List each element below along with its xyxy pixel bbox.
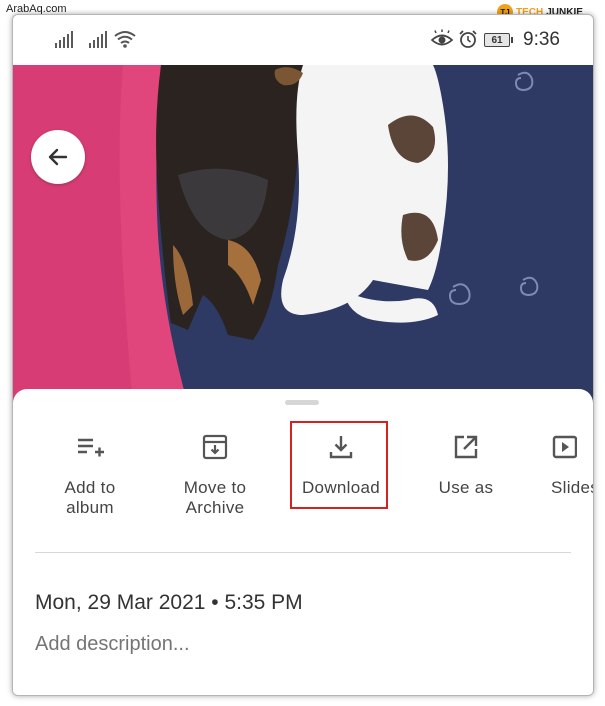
divider xyxy=(35,552,571,553)
download-button[interactable]: Download xyxy=(286,429,396,498)
phone-screen: 61 9:36 Add to album Move to Archive Dow… xyxy=(12,14,594,696)
use-as-label: Use as xyxy=(438,478,494,497)
move-to-archive-label: Move to Archive xyxy=(183,478,247,517)
back-button[interactable] xyxy=(31,130,85,184)
slideshow-label: Slidesh xyxy=(551,478,593,497)
slideshow-button[interactable]: Slidesh xyxy=(541,429,593,498)
wifi-icon xyxy=(114,31,136,48)
alarm-icon xyxy=(459,30,477,48)
signal-icon xyxy=(55,30,75,48)
download-label: Download xyxy=(301,478,380,497)
description-input[interactable] xyxy=(35,633,565,656)
add-to-album-label: Add to album xyxy=(64,478,116,517)
slideshow-icon xyxy=(552,435,577,459)
eye-icon xyxy=(431,29,453,46)
add-to-album-button[interactable]: Add to album xyxy=(35,429,145,518)
bottom-sheet: Add to album Move to Archive Download Us… xyxy=(13,389,593,695)
move-to-archive-button[interactable]: Move to Archive xyxy=(160,429,270,518)
drag-handle[interactable] xyxy=(285,400,319,405)
photo-viewer[interactable] xyxy=(13,65,593,405)
puppies-photo xyxy=(13,65,593,405)
battery-icon: 61 xyxy=(484,33,513,47)
clock: 9:36 xyxy=(523,29,560,50)
playlist-add-icon xyxy=(78,438,104,457)
download-icon xyxy=(329,436,353,459)
arrow-left-icon xyxy=(48,148,68,166)
photo-datetime: Mon, 29 Mar 2021 • 5:35 PM xyxy=(35,591,303,614)
use-as-button[interactable]: Use as xyxy=(411,429,521,498)
open-external-icon xyxy=(454,435,478,459)
signal-icon xyxy=(89,30,109,48)
status-bar: 61 9:36 xyxy=(13,15,593,65)
archive-icon xyxy=(202,434,228,460)
